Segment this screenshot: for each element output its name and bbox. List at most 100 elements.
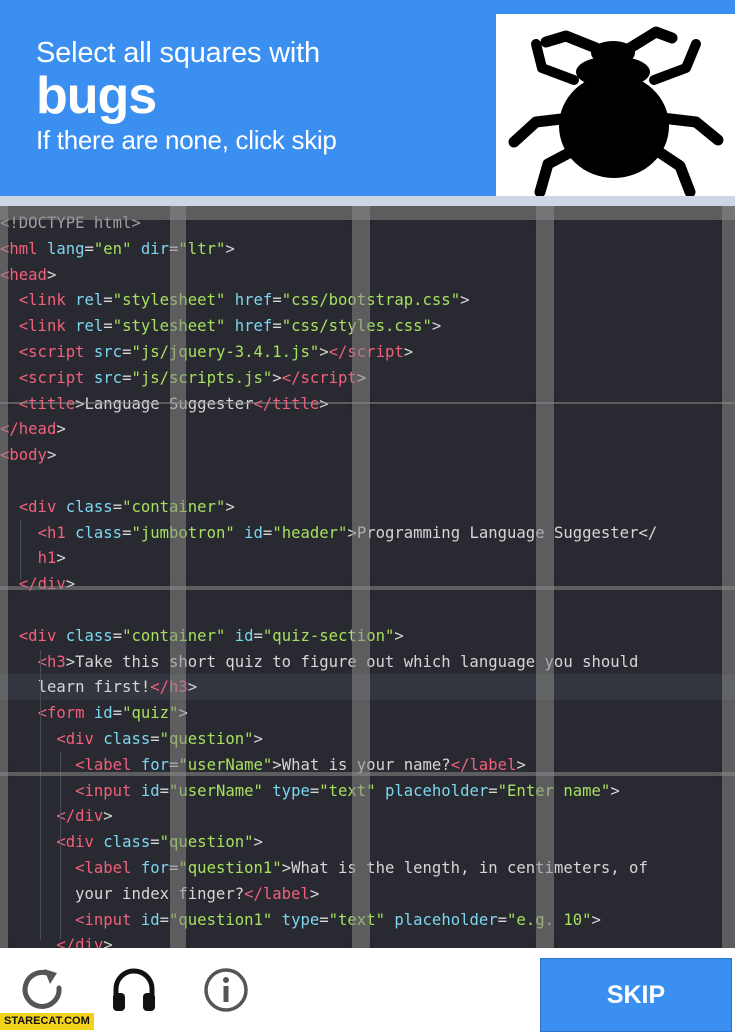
code-token: > [281, 859, 292, 877]
code-token: Programming Language Suggester</ [356, 523, 658, 542]
code-token: = [159, 781, 170, 800]
code-line: </div> [0, 932, 113, 948]
indent-guide [60, 752, 61, 940]
code-token: < [18, 317, 29, 336]
code-token: < [56, 833, 66, 852]
code-token: src [84, 343, 123, 361]
code-token: < [75, 859, 85, 877]
code-token: > [46, 446, 57, 465]
code-token: </ [18, 575, 38, 594]
code-token: = [103, 291, 113, 310]
code-line: <input id="userName" type="text" placeho… [0, 778, 620, 804]
code-token: id [131, 910, 160, 929]
code-token: src [84, 368, 123, 387]
code-token: > [103, 807, 113, 826]
header-divider [0, 196, 735, 206]
code-token: </ [328, 343, 348, 361]
code-token: > [56, 549, 66, 568]
code-token: < [18, 343, 29, 361]
audio-button[interactable] [108, 964, 160, 1016]
code-token: > [103, 936, 113, 948]
code-token: class [56, 497, 113, 516]
code-token: h3 [46, 652, 66, 671]
code-token: link [28, 317, 66, 336]
code-line: <link rel="stylesheet" href="css/styles.… [0, 313, 442, 339]
code-token: < [75, 910, 85, 929]
code-token: < [75, 781, 85, 800]
code-token: hml [9, 239, 38, 258]
code-token: = [103, 317, 113, 336]
code-token: = [159, 910, 170, 929]
code-token: script [28, 368, 85, 387]
code-token: href [225, 317, 273, 336]
headphones-icon [113, 968, 155, 1011]
code-token: id [234, 523, 263, 542]
code-token: > [225, 239, 235, 258]
code-line: <h1 class="jumbotron" id="header">Progra… [0, 520, 658, 546]
code-token: div [75, 936, 104, 948]
captcha-header: Select all squares with bugs If there ar… [0, 0, 735, 196]
grid-tile [554, 220, 722, 402]
code-token: class [56, 626, 113, 645]
code-line: </div> [0, 803, 113, 829]
code-line: <form id="quiz"> [0, 700, 188, 726]
grid-divider [0, 586, 735, 590]
skip-button[interactable]: SKIP [540, 958, 732, 1032]
instruction-subline: If there are none, click skip [36, 125, 337, 155]
code-token: id [225, 626, 254, 645]
code-token: rel [65, 291, 104, 310]
bug-silhouette-icon [508, 26, 724, 196]
code-token: < [18, 291, 29, 310]
reload-button[interactable] [16, 964, 68, 1016]
code-token: > [394, 626, 404, 645]
code-token: = [272, 317, 282, 336]
code-line: </div> [0, 571, 75, 597]
code-token: "js/jquery-3.4.1.js" [131, 343, 320, 361]
code-token: > [610, 781, 620, 800]
code-token: "en" [93, 239, 132, 258]
code-token: > [253, 730, 263, 748]
code-token: div [65, 833, 94, 852]
code-token: = [112, 626, 123, 645]
code-token: href [225, 291, 273, 310]
info-button[interactable] [200, 964, 252, 1016]
code-token: > [403, 343, 414, 361]
code-token: = [150, 730, 160, 748]
code-token: </ [244, 884, 263, 903]
code-token: h1 [46, 523, 66, 542]
code-line: <body> [0, 442, 56, 468]
code-token: h1 [37, 549, 57, 568]
code-token: id [131, 781, 160, 800]
code-token: class [65, 523, 123, 542]
code-token: type [272, 910, 320, 929]
code-line: <head> [0, 262, 56, 288]
target-word: bugs [36, 67, 157, 125]
code-token: < [18, 368, 29, 387]
code-token: < [37, 704, 47, 723]
code-token: = [319, 910, 329, 929]
code-token: </ [281, 368, 301, 387]
code-token: > [460, 291, 470, 310]
code-token: dir [131, 239, 170, 258]
code-line: <link rel="stylesheet" href="css/bootstr… [0, 287, 470, 313]
code-token: head [9, 265, 47, 284]
code-line: <div class="container" id="quiz-section"… [0, 623, 404, 649]
code-token: > [253, 833, 263, 852]
code-token: > [225, 497, 235, 516]
code-token: type [262, 781, 310, 800]
code-token: > [46, 265, 57, 284]
code-token: body [9, 446, 47, 465]
code-token: placeholder [375, 781, 489, 800]
code-token: > [187, 678, 198, 697]
code-token: div [37, 575, 66, 594]
code-token: link [28, 291, 66, 310]
code-token: What is the length, in centimeters, of [291, 859, 648, 877]
code-token: = [488, 781, 498, 800]
image-grid[interactable]: <!DOCTYPE html><hml lang="en" dir="ltr">… [0, 206, 735, 948]
grid-tile [554, 404, 722, 586]
code-line: </head> [0, 416, 66, 442]
